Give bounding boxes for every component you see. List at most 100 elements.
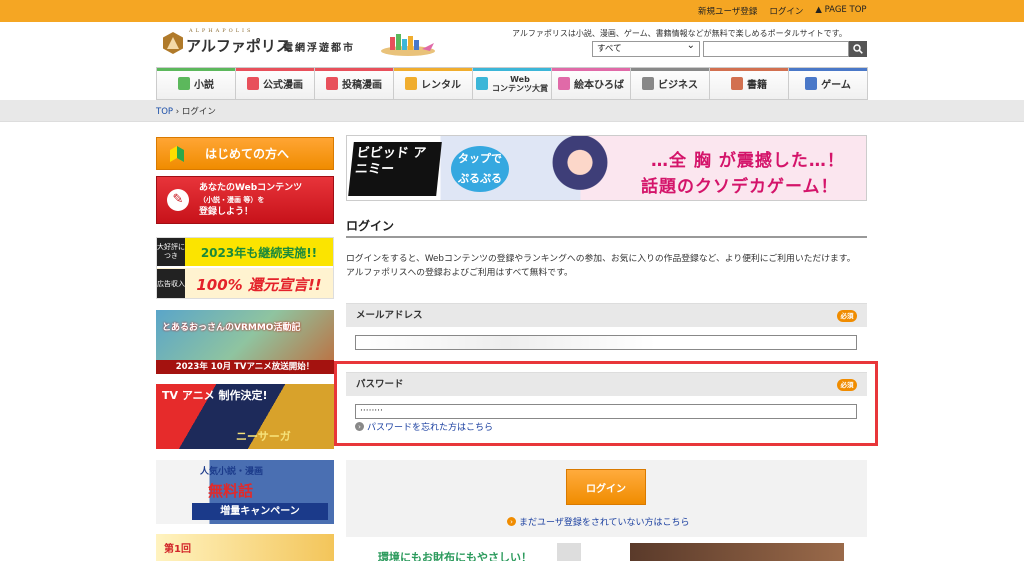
nav-color-bar <box>394 68 472 71</box>
nav-item-7[interactable]: 書籍 <box>710 67 789 100</box>
site-logo[interactable]: ALPHAPOLIS アルファポリス 電網浮遊都市 <box>163 28 443 62</box>
signup-link[interactable]: › まだユーザ登録をされていない方はこちら <box>507 515 690 528</box>
breadcrumb-separator: › <box>175 107 180 117</box>
site-tagline: アルファポリスは小説、漫画、ゲーム、書籍情報などが無料で楽しめるポータルサイトで… <box>512 29 847 38</box>
banner4-line3: 増量キャンペーン <box>192 503 328 520</box>
email-label: メールアドレス <box>356 310 423 321</box>
banner-character-image <box>525 136 635 200</box>
breadcrumb-top-link[interactable]: TOP <box>156 107 173 117</box>
nav-item-0[interactable]: 小説 <box>156 67 236 100</box>
nav-color-bar <box>315 68 393 71</box>
nav-label: ビジネス <box>658 80 698 91</box>
login-button[interactable]: ログイン <box>566 469 646 505</box>
banner4-line1: 人気小説・漫画 <box>200 467 264 477</box>
logo-small-text: ALPHAPOLIS <box>189 28 254 34</box>
ad-revenue-banner[interactable]: 大好評につき 2023年も継続実施!! 広告収入 100% 還元宣言!! <box>156 237 334 299</box>
search-input[interactable] <box>703 41 849 57</box>
beginner-leaf-icon <box>170 146 184 162</box>
search-category-select[interactable]: すべて <box>592 39 700 57</box>
login-intro: ログインをすると、Webコンテンツの登録やランキングへの参加、お気に入りの作品登… <box>346 252 868 280</box>
bottom-ad-right[interactable] <box>630 543 844 561</box>
logo-subtitle: 電網浮遊都市 <box>283 43 355 54</box>
game-ad-banner[interactable]: ビビッド アニミー タップで ぷるぷる …全 胸 が震撼した…！ 話題のクソデカ… <box>346 135 867 201</box>
free-chapters-banner[interactable]: 人気小説・漫画 無料話 増量キャンペーン <box>156 460 334 524</box>
nav-color-bar <box>552 68 630 71</box>
nav-item-2[interactable]: 投稿漫画 <box>315 67 394 100</box>
trophy-icon <box>476 77 488 90</box>
contest-banner[interactable]: 第1回 <box>156 534 334 561</box>
nav-item-6[interactable]: ビジネス <box>631 67 710 100</box>
banner1-tag2: 広告収入 <box>157 269 185 298</box>
breadcrumb-bar <box>0 100 1024 122</box>
nav-label-line1: Web <box>510 74 530 84</box>
nav-item-1[interactable]: 公式漫画 <box>236 67 315 100</box>
nav-label-line2: コンテンツ大賞 <box>492 83 548 93</box>
register-content-button[interactable]: ✎ あなたのWebコンテンツ （小説・漫画 等）を 登録しよう！ <box>156 176 334 224</box>
banner-game-title: ビビッド アニミー <box>348 142 442 196</box>
nav-label: 投稿漫画 <box>342 80 382 91</box>
nav-item-3[interactable]: レンタル <box>394 67 473 100</box>
banner-tap-bubble: タップで ぷるぷる <box>451 146 509 192</box>
register-line1: あなたのWebコンテンツ <box>199 183 303 193</box>
banner5-title: 第1回 <box>164 544 191 555</box>
intro-text-2: アルファポリスへの登録およびご利用はすべて無料です。 <box>346 268 573 278</box>
picturebook-icon <box>558 77 570 90</box>
banner1-headline1: 2023年も継続実施!! <box>200 245 318 260</box>
top-bar: 新規ユーザ登録 ログイン ▲ PAGE TOP <box>0 0 1024 22</box>
nav-color-bar <box>789 68 867 71</box>
nav-label: 絵本ひろば <box>574 80 624 91</box>
login-link[interactable]: ログイン <box>769 5 803 17</box>
gamepad-icon <box>805 77 818 90</box>
signup-link-label: まだユーザ登録をされていない方はこちら <box>519 518 690 528</box>
nav-color-bar <box>473 68 551 71</box>
banner-headline2: 話題のクソデカゲーム！ <box>641 177 839 197</box>
nav-color-bar <box>157 68 235 71</box>
password-highlight-box <box>334 361 878 446</box>
vrmmo-anime-banner[interactable]: とあるおっさんのVRMMO活動記 2023年 10月 TVアニメ放送開始！ <box>156 310 334 374</box>
page-title: ログイン <box>346 219 395 233</box>
breadcrumb: TOP › ログイン <box>156 105 216 117</box>
banner3-name: ニーサーガ <box>236 430 291 443</box>
chart-icon <box>642 77 654 90</box>
logo-city-icon <box>381 34 435 56</box>
manga-icon <box>247 77 259 90</box>
nav-item-5[interactable]: 絵本ひろば <box>552 67 631 100</box>
bottom-ad-text: 環境にもお財布にもやさしい！ <box>378 551 532 561</box>
first-time-button[interactable]: はじめての方へ <box>156 137 334 170</box>
bottom-ad-left[interactable]: 環境にもお財布にもやさしい！ <box>346 543 586 561</box>
logo-mark-icon <box>163 32 183 54</box>
ad-close-icon[interactable] <box>557 543 581 561</box>
tv-anime-banner[interactable]: TV アニメ 制作決定! ニーサーガ <box>156 384 334 449</box>
nav-item-8[interactable]: ゲーム <box>789 67 868 100</box>
banner2-title: とあるおっさんのVRMMO活動記 <box>162 323 301 333</box>
open-book-icon <box>731 77 743 90</box>
banner2-caption: 2023年 10月 TVアニメ放送開始！ <box>156 360 334 374</box>
search-icon <box>853 44 863 54</box>
main-nav: 小説 公式漫画 投稿漫画 レンタル Web コンテンツ大賞 絵本ひろば ビジネス 書籍 ゲーム <box>156 67 868 100</box>
logo-text: アルファポリス <box>186 37 291 55</box>
nav-label: Web コンテンツ大賞 <box>492 75 548 93</box>
banner1-headline2: 100% 還元宣言!! <box>196 275 322 294</box>
email-required-badge: 必須 <box>837 310 857 322</box>
email-field[interactable] <box>355 335 857 350</box>
rental-icon <box>405 77 417 90</box>
nav-label: ゲーム <box>821 80 851 91</box>
nav-label: 公式漫画 <box>263 80 303 91</box>
nav-label: レンタル <box>421 80 461 91</box>
title-divider <box>346 236 867 238</box>
book-icon <box>178 77 190 90</box>
banner-headline1: …全 胸 が震撼した…！ <box>651 151 845 171</box>
manga-icon <box>326 77 338 90</box>
nav-label: 小説 <box>194 80 214 91</box>
banner3-title: TV アニメ 制作決定! <box>162 389 268 402</box>
nav-color-bar <box>710 68 788 71</box>
pen-icon: ✎ <box>167 189 189 211</box>
first-time-label: はじめての方へ <box>205 147 290 161</box>
register-link[interactable]: 新規ユーザ登録 <box>698 5 757 17</box>
arrow-circle-icon: › <box>507 517 516 526</box>
banner1-tag1: 大好評につき <box>157 238 185 266</box>
breadcrumb-current: ログイン <box>181 107 216 117</box>
nav-item-4[interactable]: Web コンテンツ大賞 <box>473 67 552 100</box>
page-top-link[interactable]: ▲ PAGE TOP <box>815 5 866 17</box>
search-button[interactable] <box>849 41 867 57</box>
